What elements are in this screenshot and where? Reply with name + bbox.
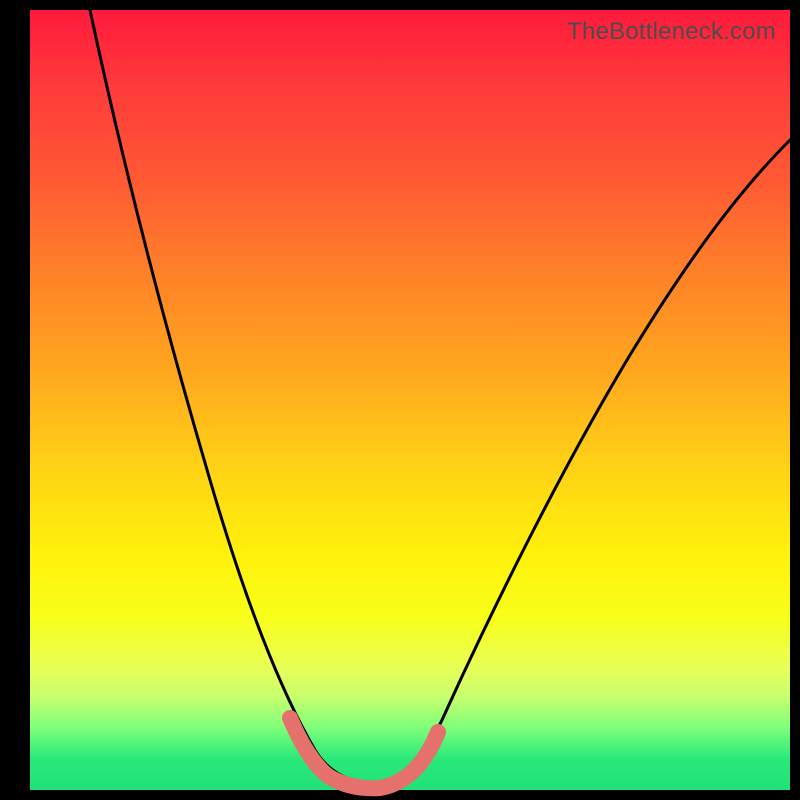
highlight-segment [290,718,438,788]
curve-layer [30,10,790,790]
chart-stage: TheBottleneck.com [0,0,800,800]
bottleneck-curve [90,10,790,783]
plot-area: TheBottleneck.com [30,10,790,790]
